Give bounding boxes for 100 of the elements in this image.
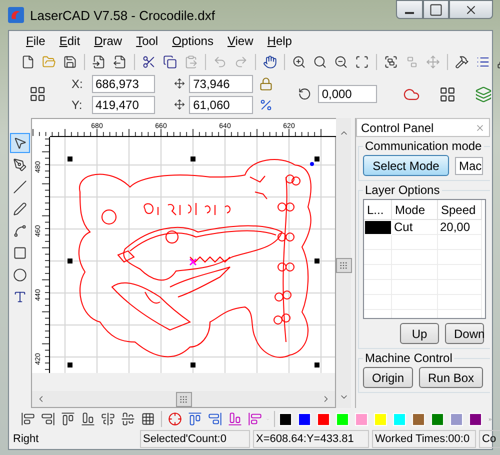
pen-icon [13, 202, 27, 216]
save-icon [63, 55, 77, 69]
text-icon [13, 290, 27, 304]
align-bottom-icon [81, 412, 95, 426]
width-field[interactable]: 73,946 [189, 74, 254, 92]
zoom-in-icon [292, 55, 306, 69]
close-button[interactable] [449, 0, 493, 19]
status-text: X=608.64:Y=433.81 [253, 430, 369, 448]
align-middle-icon [121, 412, 135, 426]
align-center-button[interactable] [99, 410, 117, 428]
selection-handle[interactable] [68, 258, 72, 264]
rectangle-icon [13, 246, 27, 260]
maximize-icon [429, 2, 443, 16]
column-header[interactable]: L... [364, 200, 392, 220]
color-swatch[interactable] [468, 412, 482, 426]
color-swatch[interactable] [354, 412, 368, 426]
x-field[interactable]: 686,973 [92, 74, 154, 92]
selection-handle[interactable] [68, 156, 72, 162]
selection-handle[interactable] [314, 156, 320, 162]
align-left-button[interactable] [19, 410, 37, 428]
hammer-icon [455, 55, 469, 69]
anchor-point [310, 162, 314, 166]
menu-item[interactable]: File [19, 34, 52, 48]
menu-item[interactable]: Edit [52, 34, 88, 48]
node-edit-icon [13, 158, 27, 172]
ungroup-icon [405, 55, 419, 69]
menu-item[interactable]: View [220, 34, 260, 48]
zoom-out-icon [334, 55, 348, 69]
menu-item[interactable]: Help [260, 34, 299, 48]
align-middle-button[interactable] [119, 410, 137, 428]
machine-button[interactable]: Origin [363, 367, 414, 388]
color-swatch[interactable] [392, 412, 406, 426]
layer-move-button[interactable]: Down [445, 323, 484, 344]
selection-handle[interactable] [68, 362, 72, 368]
height-field[interactable]: 61,060 [189, 96, 254, 114]
color-swatch[interactable] [316, 412, 330, 426]
vertical-scrollbar[interactable] [336, 118, 351, 408]
offset-button[interactable] [226, 410, 244, 428]
scroll-thumb[interactable] [176, 392, 192, 406]
y-field[interactable]: 419,470 [92, 96, 154, 114]
group-label: Machine Control [364, 351, 454, 365]
menu-item[interactable]: Options [165, 34, 220, 48]
rotate-icon [298, 87, 312, 101]
empty-cell [392, 235, 438, 250]
offset-icon [208, 412, 222, 426]
hand-button[interactable] [261, 53, 279, 71]
empty-cell [364, 265, 392, 280]
selection-handle[interactable] [190, 156, 196, 162]
offset-button[interactable] [206, 410, 224, 428]
color-swatch[interactable] [336, 412, 349, 426]
menu-item[interactable]: Draw [87, 34, 130, 48]
crosshair-button[interactable] [166, 410, 184, 428]
menu-item[interactable]: Tool [129, 34, 166, 48]
empty-cell [364, 250, 392, 265]
column-header[interactable]: Mode [392, 200, 438, 220]
minimize-button[interactable] [396, 0, 423, 19]
x-label: X: [72, 76, 84, 90]
select-mode-button[interactable]: Select Mode [363, 155, 449, 176]
horizontal-scrollbar[interactable] [32, 391, 335, 407]
copy-icon [163, 55, 177, 69]
zoom-page-icon [355, 55, 369, 69]
paste-icon [184, 55, 198, 69]
copy-button[interactable] [161, 53, 179, 71]
align-center-icon [101, 412, 115, 426]
machine-field[interactable]: Mac [455, 156, 483, 174]
offset-button[interactable] [246, 410, 264, 428]
grip-icon [339, 260, 348, 270]
height-icon [174, 99, 186, 110]
align-bottom-button[interactable] [79, 410, 97, 428]
align-top-button[interactable] [59, 410, 77, 428]
grid-align-icon [141, 412, 155, 426]
layers-button[interactable] [474, 85, 492, 103]
align-right-button[interactable] [39, 410, 57, 428]
redo-icon [234, 55, 248, 69]
column-header[interactable]: Speed [438, 200, 482, 220]
close-icon [475, 122, 485, 132]
color-swatch[interactable] [412, 412, 425, 426]
align-left-icon [21, 412, 35, 426]
pointer-tool[interactable] [10, 133, 30, 153]
panel-title: Control Panel [361, 120, 434, 134]
layer-move-button[interactable]: Up [400, 323, 439, 344]
width-icon [174, 78, 186, 89]
scroll-thumb[interactable] [336, 258, 352, 272]
color-swatch[interactable] [374, 412, 387, 426]
color-swatch[interactable] [450, 412, 463, 426]
rotation-field[interactable]: 0,000 [318, 85, 378, 103]
drawing-canvas[interactable] [50, 137, 335, 373]
machine-button[interactable]: Run Box [419, 367, 484, 388]
align-top-icon [61, 412, 75, 426]
color-swatch[interactable] [430, 412, 444, 426]
array-button[interactable] [438, 85, 456, 103]
selection-handle[interactable] [190, 362, 196, 368]
color-swatch[interactable] [298, 412, 311, 426]
new-file-icon [21, 55, 35, 69]
group-label: Communication mode [364, 139, 483, 153]
color-swatch[interactable] [278, 412, 292, 426]
selection-handle[interactable] [314, 258, 320, 264]
selection-handle[interactable] [314, 362, 320, 368]
maximize-button[interactable] [423, 0, 449, 19]
offset-button[interactable] [186, 410, 204, 428]
